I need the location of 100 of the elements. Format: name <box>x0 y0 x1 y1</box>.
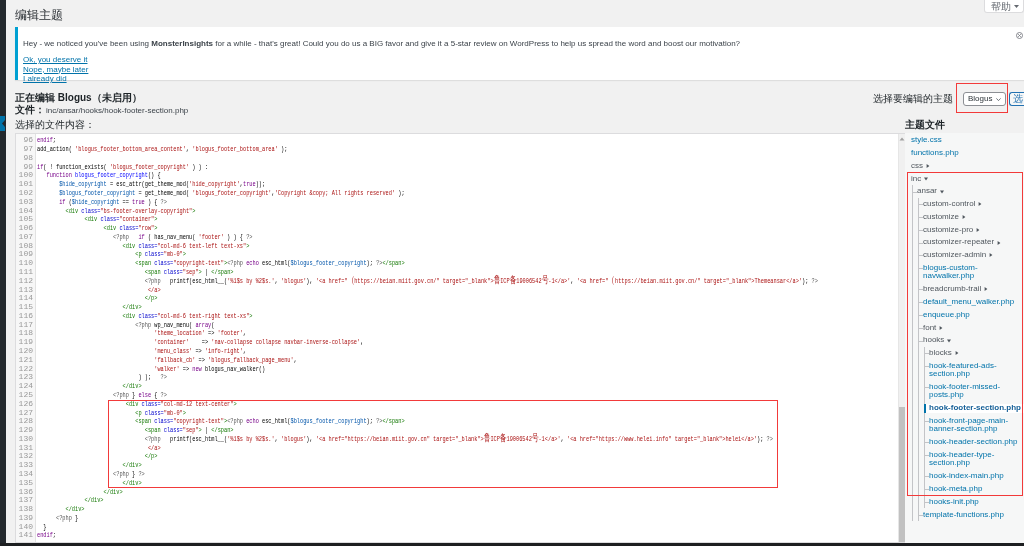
line-number: 97 <box>23 145 33 154</box>
code-line: if( ! function_exists( 'blogus_footer_copyright' ) ) : <box>37 162 209 171</box>
notice-link[interactable]: Ok, you deserve it <box>23 55 88 65</box>
code-line: </div> <box>65 505 85 514</box>
line-number: 98 <box>23 153 33 163</box>
folder-toggle[interactable]: customize <box>923 212 966 222</box>
folder-toggle[interactable]: customizer-repeater <box>923 237 1002 248</box>
folder-toggle[interactable]: breadcrumb-trail <box>923 284 989 295</box>
line-number: 136 <box>18 487 33 497</box>
line-number: 111 <box>18 268 33 277</box>
line-number: 129 <box>18 426 33 435</box>
line-number: 134 <box>18 470 33 479</box>
line-number: 132 <box>18 452 33 462</box>
scrollbar-thumb[interactable] <box>899 407 905 542</box>
file-link[interactable]: style.css <box>911 135 942 146</box>
file-link[interactable]: hook-index-main.php <box>929 471 1004 482</box>
file-link[interactable]: default_menu_walker.php <box>923 297 1015 307</box>
folder-toggle[interactable]: customizer-admin <box>923 250 994 261</box>
line-number: 128 <box>18 417 33 427</box>
line-number: 110 <box>18 259 33 268</box>
file-link[interactable]: hook-footer-missed-posts.php <box>929 382 1021 401</box>
code-editor[interactable] <box>15 133 905 543</box>
code-line: </p> <box>144 452 158 462</box>
folder-toggle[interactable]: font <box>923 323 944 333</box>
code-line: <?php printf(esc_html__('%1$s by %2$s.', 'blogus'), '<a href="https://beian.miit.gov.cn" target="_blank">鲁ICP备19006542号-1</a>', '<a href="https://www.helei.info" target="_blank">helei</a>'); ?> <box>144 434 773 444</box>
file-link[interactable]: enqueue.php <box>923 310 970 320</box>
line-number: 122 <box>18 364 33 374</box>
code-line: </div> <box>122 382 142 391</box>
code-line: <div class="col-md-6 text-right text-xs"> <box>122 311 253 320</box>
line-number: 124 <box>18 382 33 391</box>
code-line: <span class="copyright-text"><?php echo esc_html($blogus_footer_copyright); ?></span> <box>135 259 405 268</box>
code-line: 'theme_location' => 'footer', <box>154 329 247 339</box>
code-line: <p class="mb-0"> <box>135 250 186 260</box>
line-number: 121 <box>18 355 33 365</box>
notice-link[interactable]: Nope, maybe later <box>23 64 89 74</box>
code-line: </div> <box>103 487 123 497</box>
code-line: ) ); ?> <box>138 373 167 383</box>
line-number: 125 <box>18 390 33 400</box>
code-line: <?php wp_nav_menu( array( <box>135 320 215 329</box>
code-line: <span class="copyright-text"><?php echo esc_html($blogus_footer_copyright); ?></span> <box>135 417 405 427</box>
line-number: 126 <box>18 399 33 409</box>
file-link[interactable]: functions.php <box>911 148 959 158</box>
line-number: 130 <box>18 434 33 444</box>
file-label: 文件： <box>15 104 45 115</box>
notice-link[interactable]: I already did <box>23 74 67 84</box>
code-line: <div class="col-md-12 text-center"> <box>125 399 237 409</box>
line-number: 100 <box>18 171 33 181</box>
folder-toggle[interactable]: customize-pro <box>923 225 981 235</box>
line-number: 108 <box>18 241 33 251</box>
code-line: <div class="container"> <box>84 215 158 225</box>
code-line: </p> <box>144 294 158 304</box>
line-number: 117 <box>18 320 33 330</box>
code-line: endif; <box>37 136 57 146</box>
code-line: <div class="col-md-6 text-left text-xs"> <box>122 241 250 251</box>
code-line: <?php if ( has_nav_menu( 'footer' ) ) { ?> <box>113 232 253 241</box>
theme-select[interactable]: Blogus <box>963 92 1006 106</box>
line-number: 140 <box>18 522 33 532</box>
file-link[interactable]: hook-header-section.php <box>929 437 1018 448</box>
line-number: 138 <box>18 505 33 514</box>
folder-toggle[interactable]: blocks <box>929 348 959 358</box>
file-link[interactable]: blogus-custom-navwalker.php <box>923 263 1021 282</box>
line-number: 106 <box>18 224 33 233</box>
code-line: 'fallback_cb' => 'blogus_fallback_page_menu', <box>154 355 297 364</box>
dismiss-icon[interactable] <box>1016 32 1023 39</box>
file-link[interactable]: hook-featured-ads-section.php <box>929 361 1021 380</box>
code-line: 'container' => 'nav-collapse collapse navbar-inverse-collapse', <box>154 338 364 348</box>
line-number: 102 <box>18 189 33 198</box>
file-link[interactable]: hook-header-type-section.php <box>929 450 1021 469</box>
line-number: 137 <box>18 496 33 506</box>
folder-toggle[interactable]: ansar <box>917 186 944 197</box>
line-number: 135 <box>18 478 33 488</box>
code-line: <div class="row"> <box>103 224 158 233</box>
file-link[interactable]: hooks-init.php <box>929 497 979 507</box>
help-button[interactable]: 帮助 <box>984 0 1024 13</box>
file-link[interactable]: hook-meta.php <box>929 484 983 494</box>
file-content-label: 选择的文件内容： <box>15 118 95 131</box>
choose-button[interactable]: 选 <box>1009 92 1024 106</box>
line-number: 139 <box>18 513 33 523</box>
menu-arrow-icon <box>0 116 5 131</box>
chevron-down-icon <box>996 97 1001 101</box>
file-link[interactable]: hook-front-page-main-banner-section.php <box>929 416 1021 435</box>
highlight-frame <box>956 83 1009 113</box>
line-number: 99 <box>23 162 33 172</box>
folder-toggle[interactable]: hooks <box>923 335 952 346</box>
line-number: 112 <box>18 276 33 286</box>
folder-toggle[interactable]: inc <box>911 174 929 184</box>
code-line: <span class="sep"> | </span> <box>144 268 234 276</box>
arrow-up-icon[interactable] <box>899 136 905 142</box>
code-line: } <box>43 522 47 531</box>
file-link[interactable]: hook-footer-section.php <box>924 403 1024 414</box>
code-line: <span class="sep"> | </span> <box>144 426 234 435</box>
line-number: 113 <box>18 285 33 295</box>
folder-toggle[interactable]: css <box>911 161 930 171</box>
file-link[interactable]: template-functions.php <box>923 510 1004 520</box>
theme-picker-label: 选择要编辑的主题 <box>873 93 953 105</box>
theme-files-heading: 主题文件 <box>905 118 945 131</box>
folder-toggle[interactable]: custom-control <box>923 199 983 209</box>
line-number: 123 <box>18 373 33 383</box>
line-number: 118 <box>18 329 33 339</box>
code-line: $hide_copyright = esc_attr(get_theme_mod('hide_copyright',true)); <box>59 180 266 189</box>
